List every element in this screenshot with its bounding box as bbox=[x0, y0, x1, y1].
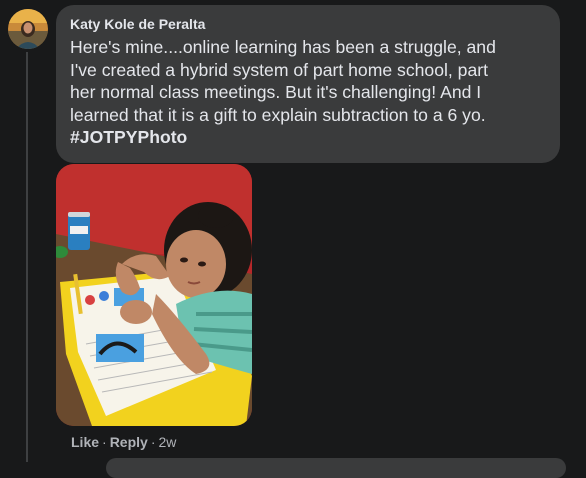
comment-text: Here's mine....online learning has been … bbox=[70, 36, 546, 126]
comment-bubble: Katy Kole de Peralta Here's mine....onli… bbox=[56, 5, 560, 163]
comment-text-line: learned that it is a gift to explain sub… bbox=[70, 104, 486, 125]
next-comment-bubble bbox=[106, 458, 566, 478]
avatar[interactable] bbox=[8, 9, 48, 49]
comment-text-line: I've created a hybrid system of part hom… bbox=[70, 59, 488, 80]
comment-photo[interactable] bbox=[56, 164, 252, 426]
reply-link[interactable]: Reply bbox=[110, 434, 148, 450]
actions-separator: · bbox=[102, 434, 107, 450]
comment-author[interactable]: Katy Kole de Peralta bbox=[70, 15, 546, 33]
like-link[interactable]: Like bbox=[71, 434, 99, 450]
comment-text-line: Here's mine....online learning has been … bbox=[70, 37, 496, 57]
avatar-image bbox=[8, 9, 48, 49]
comment-actions: Like · Reply · 2w bbox=[71, 434, 176, 450]
photo-image bbox=[56, 164, 252, 426]
hashtag-link[interactable]: #JOTPYPhoto bbox=[70, 126, 546, 149]
comment-timestamp[interactable]: 2w bbox=[158, 434, 176, 450]
actions-separator: · bbox=[150, 434, 156, 450]
comment-text-line: her normal class meetings. But it's chal… bbox=[70, 82, 482, 102]
thread-line bbox=[26, 52, 28, 462]
